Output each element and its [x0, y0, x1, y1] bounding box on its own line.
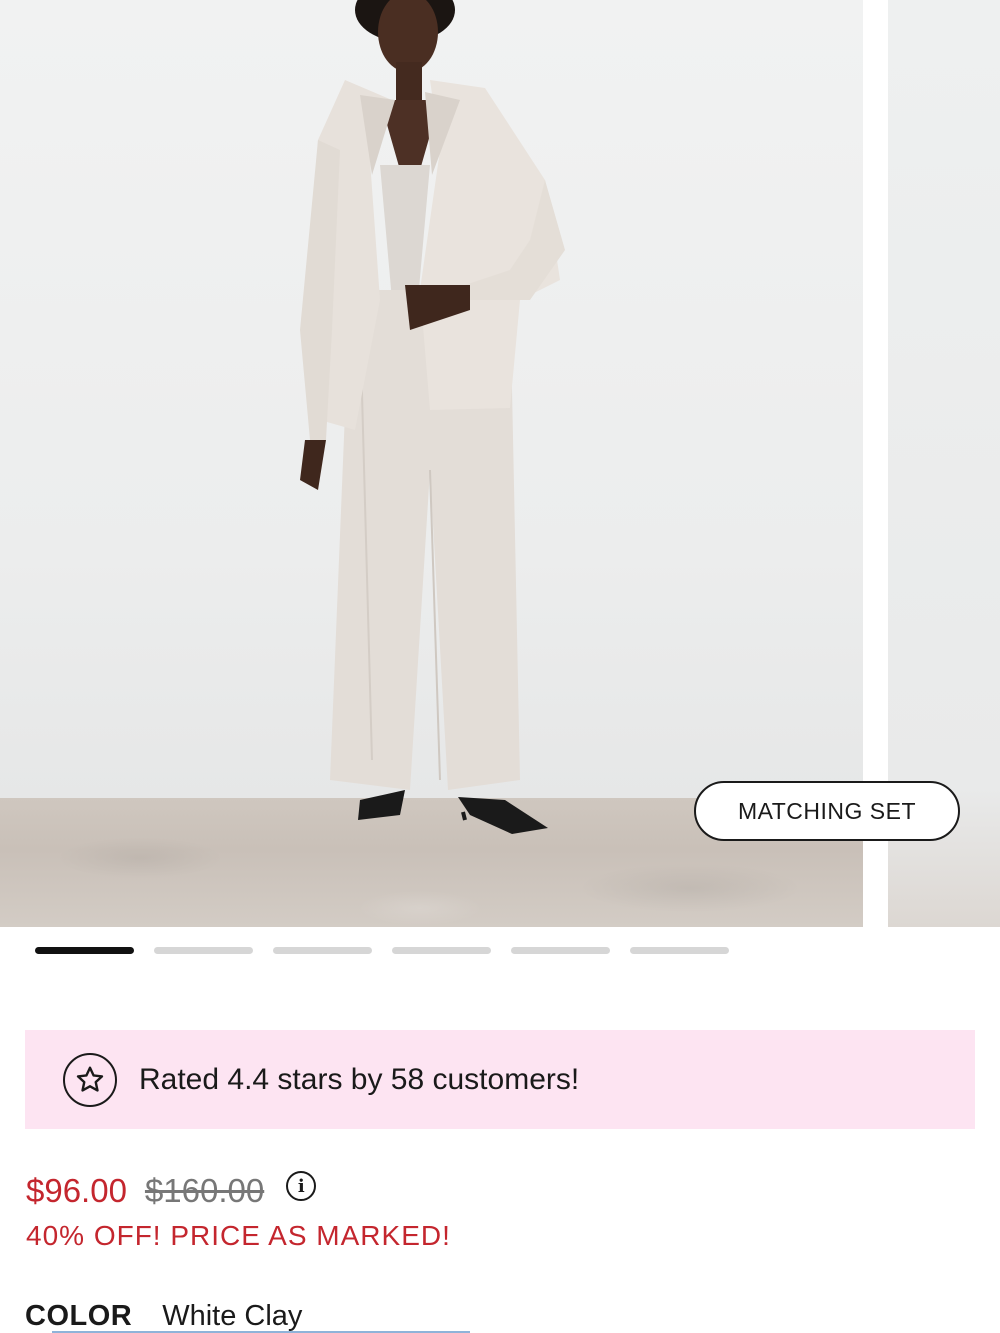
- matching-set-button[interactable]: MATCHING SET: [694, 781, 960, 841]
- price-row: $96.00 $160.00 i: [26, 1171, 317, 1210]
- rating-text: Rated 4.4 stars by 58 customers!: [139, 1062, 580, 1096]
- color-selector-row: COLOR White Clay: [25, 1300, 302, 1333]
- carousel-indicators: [35, 947, 729, 954]
- carousel-dot-6[interactable]: [630, 947, 729, 954]
- matching-set-label: MATCHING SET: [737, 797, 917, 824]
- color-value: White Clay: [162, 1300, 303, 1332]
- original-price: $160.00: [144, 1172, 265, 1209]
- color-label: COLOR: [25, 1300, 133, 1332]
- carousel-dot-2[interactable]: [154, 947, 253, 954]
- carousel-dot-1[interactable]: [35, 947, 134, 954]
- carousel-dot-3[interactable]: [273, 947, 372, 954]
- star-icon: [63, 1052, 117, 1107]
- rating-banner[interactable]: Rated 4.4 stars by 58 customers!: [25, 1030, 975, 1129]
- info-icon[interactable]: i: [286, 1171, 317, 1201]
- carousel-dot-4[interactable]: [392, 947, 491, 954]
- sale-price: $96.00: [26, 1172, 127, 1209]
- promo-text: 40% OFF! PRICE AS MARKED!: [26, 1220, 451, 1251]
- carousel-dot-5[interactable]: [511, 947, 610, 954]
- product-image-carousel[interactable]: MATCHING SET: [0, 0, 1000, 927]
